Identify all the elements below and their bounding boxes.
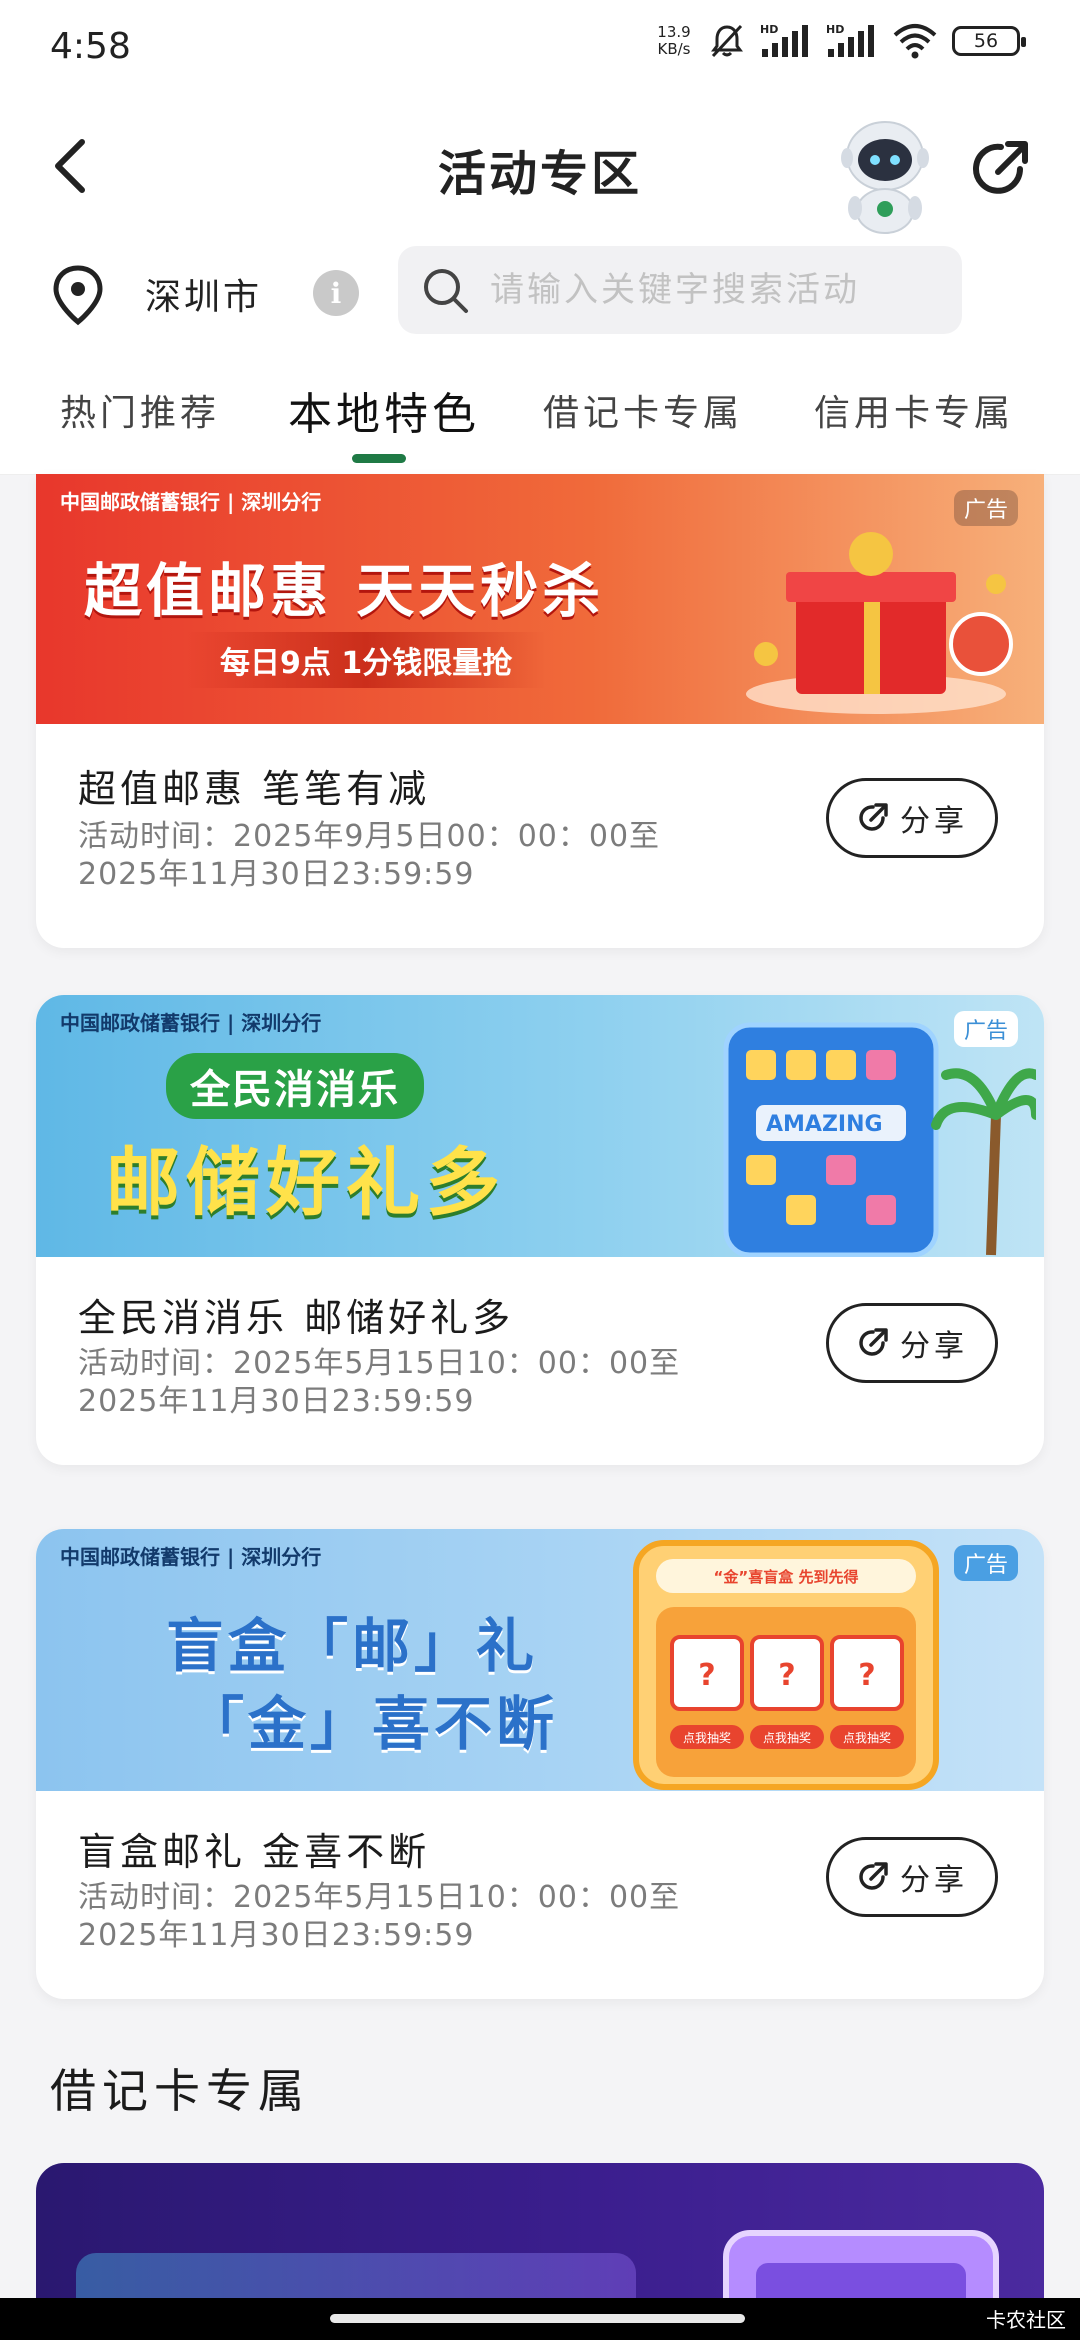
activity-card[interactable]: 中国邮政储蓄银行 | 深圳分行 广告 盲盒「邮」礼 「金」喜不断 “金”喜盲盒 …	[36, 1529, 1044, 1999]
network-speed-unit: KB/s	[657, 40, 691, 58]
share-label: 分享	[900, 1863, 968, 1898]
time-line: 2025年11月30日23:59:59	[78, 1384, 475, 1419]
bank-logo: 中国邮政储蓄银行 | 深圳分行	[60, 490, 322, 514]
gesture-bar: 卡农社区	[0, 2298, 1080, 2340]
machine-button-label: 点我抽奖	[763, 1731, 811, 1745]
share-icon	[973, 141, 1028, 194]
activity-card[interactable]: 中国邮政储蓄银行 | 深圳分行 广告 全民消消乐 邮储好礼多 AMAZING 全…	[36, 995, 1044, 1465]
network-speed: 13.9 KB/s	[654, 24, 694, 58]
gift-box-icon	[746, 532, 1013, 714]
time-line: 活动时间：2025年5月15日10：00：00至	[78, 1346, 681, 1381]
banner-headline: 盲盒「邮」礼	[166, 1612, 539, 1680]
status-icons: 13.9 KB/s HD HD 56	[654, 22, 1026, 60]
home-indicator[interactable]	[330, 2314, 745, 2323]
card-title: 盲盒邮礼 金喜不断	[78, 1830, 431, 1874]
svg-text:?: ?	[698, 1658, 715, 1693]
status-bar: 4:58 13.9 KB/s HD HD 56	[0, 0, 1080, 96]
search-input[interactable]	[490, 270, 940, 310]
blind-box-machine-icon: “金”喜盲盒 先到先得 ? ? ? 点我抽奖 点我抽奖 点我抽奖	[633, 1540, 939, 1790]
tab-hot[interactable]: 热门推荐	[60, 384, 220, 436]
share-icon	[859, 1328, 888, 1356]
tab-debit[interactable]: 借记卡专属	[543, 384, 743, 436]
mute-bell-icon	[708, 22, 746, 60]
signal-hd-icon: HD	[760, 23, 812, 59]
location-search-bar: 深圳市 i	[0, 246, 1080, 336]
card-time: 活动时间：2025年5月15日10：00：00至 2025年11月30日23:5…	[78, 1879, 738, 1955]
time-line: 2025年11月30日23:59:59	[78, 1918, 475, 1953]
info-icon[interactable]: i	[313, 270, 359, 316]
tab-indicator	[352, 454, 406, 463]
card-title: 全民消消乐 邮储好礼多	[78, 1296, 515, 1340]
banner-headline: 全民消消乐	[166, 1053, 424, 1119]
bank-logo: 中国邮政储蓄银行 | 深圳分行	[60, 1545, 322, 1569]
tab-credit[interactable]: 信用卡专属	[814, 384, 1014, 436]
search-box[interactable]	[398, 246, 962, 334]
share-button[interactable]: 分享	[826, 1303, 998, 1383]
share-icon	[859, 1862, 888, 1890]
share-label: 分享	[900, 804, 968, 839]
svg-text:HD: HD	[826, 23, 844, 36]
activity-banner[interactable]: 中国邮政储蓄银行 | 深圳分行 广告 超值邮惠 天天秒杀 每日9点 1分钱限量抢	[36, 474, 1044, 724]
assistant-robot-icon[interactable]	[835, 116, 935, 234]
banner-subline: 邮储好礼多	[106, 1140, 506, 1226]
share-label: 分享	[900, 1329, 968, 1364]
activity-banner[interactable]: 中国邮政储蓄银行 | 深圳分行 广告 全民消消乐 邮储好礼多 AMAZING	[36, 995, 1044, 1257]
time-line: 活动时间：2025年9月5日00：00：00至	[78, 819, 661, 854]
machine-button-label: 点我抽奖	[683, 1731, 731, 1745]
svg-text:?: ?	[778, 1658, 795, 1693]
share-icon	[859, 803, 888, 831]
tab-local[interactable]: 本地特色	[288, 378, 480, 442]
banner-headline: 超值邮惠 天天秒杀	[84, 557, 605, 625]
section-title: 借记卡专属	[50, 2064, 310, 2118]
header-area: 4:58 13.9 KB/s HD HD 56 活动专区 深圳市 i 请输入关键…	[0, 0, 1080, 475]
wifi-icon	[892, 23, 938, 59]
card-time: 活动时间：2025年9月5日00：00：00至 2025年11月30日23:59…	[78, 818, 738, 894]
activity-card[interactable]: 中国邮政储蓄银行 | 深圳分行 广告 超值邮惠 天天秒杀 每日9点 1分钱限量抢…	[36, 474, 1044, 948]
watermark: 卡农社区	[986, 2308, 1066, 2332]
svg-text:?: ?	[858, 1658, 875, 1693]
time-line: 2025年11月30日23:59:59	[78, 857, 475, 892]
banner-art-text: AMAZING	[766, 1112, 883, 1137]
banner-subline: 每日9点 1分钱限量抢	[186, 632, 547, 688]
game-board-icon: AMAZING	[723, 1022, 1036, 1257]
share-button[interactable]: 分享	[826, 1837, 998, 1917]
search-icon	[424, 269, 468, 313]
bank-logo: 中国邮政储蓄银行 | 深圳分行	[60, 1011, 322, 1035]
card-time: 活动时间：2025年5月15日10：00：00至 2025年11月30日23:5…	[78, 1345, 738, 1421]
share-button[interactable]: 分享	[826, 778, 998, 858]
signal-hd-icon: HD	[826, 23, 878, 59]
location-pin-icon[interactable]	[48, 264, 108, 326]
machine-label: “金”喜盲盒 先到先得	[714, 1568, 859, 1586]
city-selector[interactable]: 深圳市	[145, 268, 262, 320]
category-tabs: 热门推荐 本地特色 借记卡专属 信用卡专属	[0, 370, 1080, 470]
banner-subline: 「金」喜不断	[186, 1690, 559, 1758]
machine-button-label: 点我抽奖	[843, 1731, 891, 1745]
nav-bar: 活动专区	[0, 96, 1080, 236]
time-line: 活动时间：2025年5月15日10：00：00至	[78, 1880, 681, 1915]
card-title: 超值邮惠 笔笔有减	[78, 767, 431, 811]
network-speed-value: 13.9	[657, 23, 691, 41]
battery-indicator: 56	[952, 26, 1026, 56]
activity-banner[interactable]: 中国邮政储蓄银行 | 深圳分行 广告 盲盒「邮」礼 「金」喜不断 “金”喜盲盒 …	[36, 1529, 1044, 1791]
svg-text:HD: HD	[760, 23, 778, 36]
share-top-button[interactable]	[968, 136, 1034, 202]
status-time: 4:58	[50, 26, 131, 67]
